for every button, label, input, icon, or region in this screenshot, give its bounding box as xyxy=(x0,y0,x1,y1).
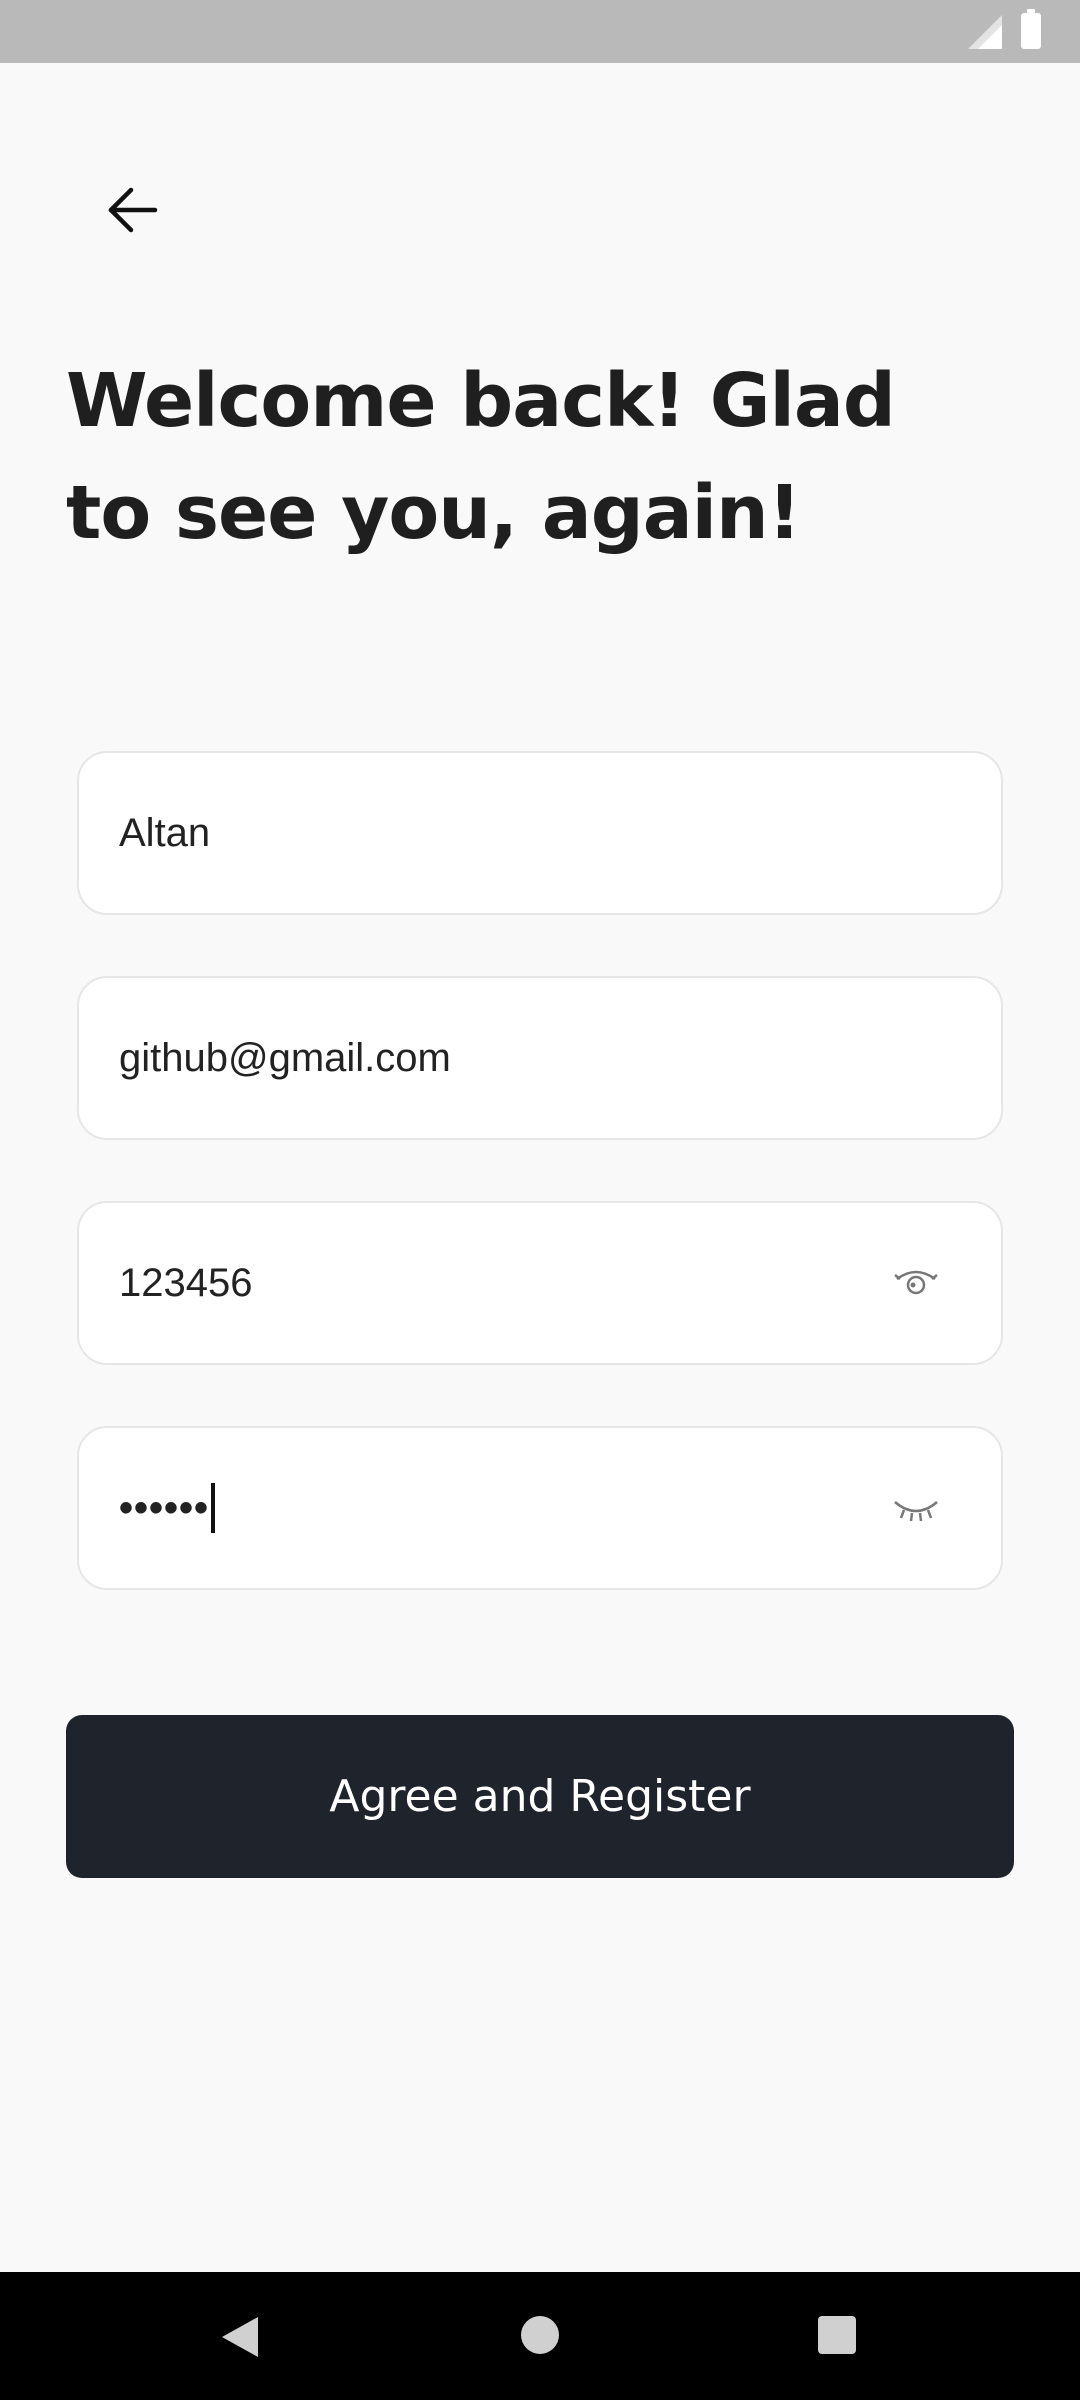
eye-open-icon[interactable] xyxy=(891,1263,941,1303)
nav-home-icon[interactable] xyxy=(521,2316,559,2354)
confirm-password-value: •••••• xyxy=(119,1485,210,1530)
email-field[interactable]: github@gmail.com xyxy=(77,976,1003,1140)
register-button[interactable]: Agree and Register xyxy=(66,1715,1014,1878)
text-caret xyxy=(211,1483,216,1533)
password-value: 123456 xyxy=(119,1260,253,1305)
title-line-1: Welcome back! Glad xyxy=(66,358,896,444)
username-field[interactable]: Altan xyxy=(77,751,1003,915)
password-field[interactable]: 123456 xyxy=(77,1201,1003,1365)
username-value: Altan xyxy=(119,810,211,855)
battery-icon xyxy=(1021,9,1041,49)
confirm-password-field[interactable]: •••••• xyxy=(77,1426,1003,1590)
nav-back-icon[interactable] xyxy=(220,2315,260,2359)
page-title: Welcome back! Glad to see you, again! xyxy=(66,345,1016,569)
email-value: github@gmail.com xyxy=(119,1035,451,1080)
signal-icon xyxy=(968,15,1002,49)
eye-closed-icon[interactable] xyxy=(891,1488,941,1528)
nav-recents-icon[interactable] xyxy=(818,2316,856,2354)
status-bar xyxy=(0,0,1080,63)
back-button[interactable] xyxy=(98,175,168,245)
register-button-label: Agree and Register xyxy=(329,1771,751,1822)
arrow-left-icon xyxy=(108,187,158,233)
title-line-2: to see you, again! xyxy=(66,470,801,556)
